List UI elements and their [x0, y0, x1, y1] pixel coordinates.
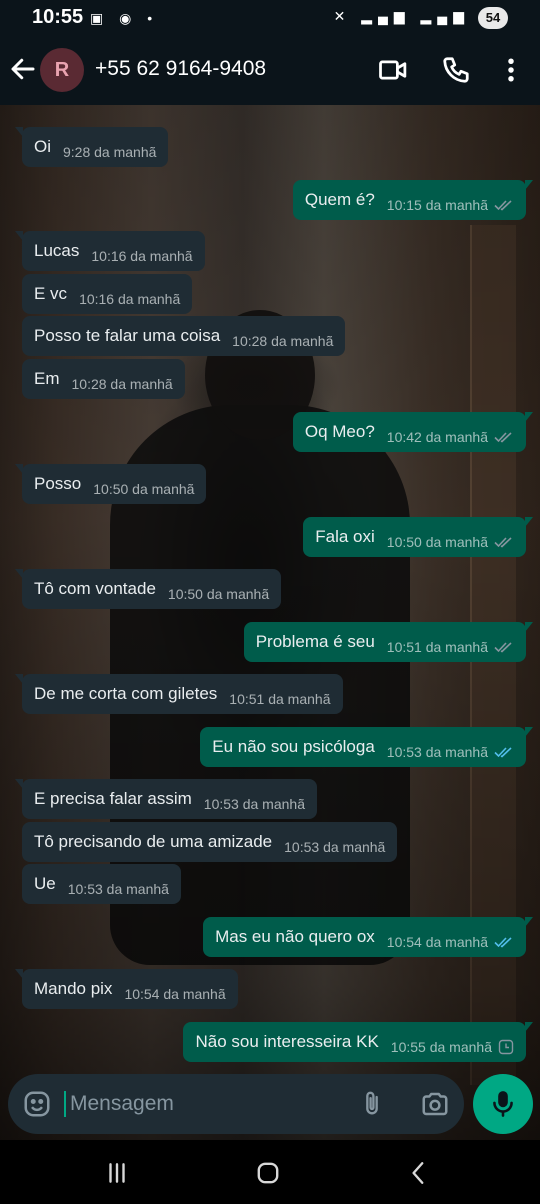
message-time: 10:51 da manhã	[229, 691, 331, 707]
chat-header: R +55 62 9164-9408	[0, 38, 540, 105]
attach-clip-icon[interactable]	[358, 1089, 386, 1119]
message-text: Posso te falar uma coisa	[34, 326, 221, 345]
message-bubble-incoming[interactable]: Mando pix 10:54 da manhã	[15, 969, 238, 1009]
message-bubble-incoming[interactable]: Tô precisando de uma amizade 10:53 da ma…	[22, 822, 398, 862]
message-text: Fala oxi	[315, 527, 375, 546]
clock-pending-icon	[498, 1039, 514, 1055]
message-time: 10:50 da manhã	[386, 534, 488, 550]
message-time: 10:53 da manhã	[386, 744, 488, 760]
message-input[interactable]	[70, 1086, 340, 1122]
text-cursor	[64, 1091, 66, 1117]
notification-icons: ▣ ◉ •	[90, 10, 159, 26]
message-bubble-incoming[interactable]: Em 10:28 da manhã	[22, 359, 185, 399]
message-bubble-incoming[interactable]: Posso 10:50 da manhã	[14, 464, 207, 504]
message-time: 10:53 da manhã	[284, 839, 386, 855]
double-check-icon	[494, 432, 512, 443]
message-bubble-incoming[interactable]: E precisa falar assim 10:53 da manhã	[15, 779, 317, 819]
double-check-icon	[494, 200, 512, 211]
message-time: 10:28 da manhã	[71, 376, 173, 392]
message-time: 10:53 da manhã	[67, 881, 169, 897]
message-time: 9:28 da manhã	[63, 144, 157, 160]
message-text: Tô precisando de uma amizade	[34, 832, 273, 851]
message-time: 10:55 da manhã	[390, 1039, 492, 1055]
message-time: 10:15 da manhã	[386, 197, 488, 213]
message-bubble-outgoing[interactable]: Problema é seu 10:51 da manhã	[243, 622, 534, 662]
status-time: 10:55	[32, 6, 84, 28]
status-bar: 10:55 ▣ ◉ • ✕ ▂▄▆ ▂▄▆ 54	[0, 0, 540, 38]
message-text: Eu não sou psicóloga	[212, 737, 375, 756]
message-time: 10:50 da manhã	[93, 481, 195, 497]
mic-button[interactable]	[473, 1074, 533, 1134]
double-check-icon	[494, 537, 512, 548]
message-time: 10:16 da manhã	[91, 248, 193, 264]
video-call-icon[interactable]	[378, 55, 408, 85]
message-text: Mando pix	[34, 979, 113, 998]
double-check-icon	[494, 642, 512, 653]
recent-apps-icon[interactable]	[104, 1160, 130, 1186]
message-composer	[8, 1074, 464, 1134]
mic-icon	[493, 1091, 513, 1117]
message-bubble-outgoing[interactable]: Quem é? 10:15 da manhã	[292, 180, 534, 220]
message-time: 10:54 da manhã	[386, 934, 488, 950]
message-bubble-outgoing[interactable]: Não sou interesseira KK 10:55 da manhã	[183, 1022, 533, 1062]
back-nav-icon[interactable]	[406, 1160, 432, 1186]
signal-icons: ✕ ▂▄▆ ▂▄▆	[333, 8, 470, 24]
message-text: Oq Meo?	[304, 422, 375, 441]
message-bubble-outgoing[interactable]: Fala oxi 10:50 da manhã	[303, 517, 533, 557]
message-bubble-incoming[interactable]: Oi 9:28 da manhã	[14, 127, 169, 167]
message-bubble-incoming[interactable]: De me corta com giletes 10:51 da manhã	[15, 674, 343, 714]
double-check-blue-icon	[494, 937, 512, 948]
message-text: Problema é seu	[255, 632, 375, 651]
phone-icon[interactable]	[441, 55, 471, 85]
message-text: Quem é?	[304, 190, 375, 209]
message-bubble-outgoing[interactable]: Eu não sou psicóloga 10:53 da manhã	[200, 727, 533, 767]
message-bubble-incoming[interactable]: Ue 10:53 da manhã	[22, 864, 181, 904]
camera-icon[interactable]	[420, 1089, 450, 1119]
contact-name[interactable]: +55 62 9164-9408	[95, 57, 266, 81]
message-text: Tô com vontade	[34, 579, 156, 598]
message-time: 10:51 da manhã	[386, 639, 488, 655]
message-text: Mas eu não quero ox	[215, 927, 375, 946]
message-text: Ue	[34, 874, 56, 893]
message-text: E precisa falar assim	[34, 789, 192, 808]
battery-icon: 54	[478, 7, 508, 29]
message-text: De me corta com giletes	[34, 684, 218, 703]
message-text: Oi	[34, 137, 51, 156]
message-text: Posso	[34, 474, 82, 493]
emoji-icon[interactable]	[22, 1089, 52, 1119]
message-text: Não sou interesseira KK	[195, 1032, 379, 1051]
message-text: E vc	[34, 284, 68, 303]
home-icon[interactable]	[255, 1160, 281, 1186]
system-nav-bar	[0, 1140, 540, 1204]
message-time: 10:53 da manhã	[203, 796, 305, 812]
back-arrow-icon[interactable]	[8, 54, 38, 84]
message-time: 10:28 da manhã	[232, 333, 334, 349]
more-vert-icon[interactable]	[496, 55, 526, 85]
message-time: 10:16 da manhã	[79, 291, 181, 307]
message-bubble-outgoing[interactable]: Mas eu não quero ox 10:54 da manhã	[203, 917, 533, 957]
message-time: 10:50 da manhã	[167, 586, 270, 602]
message-time: 10:42 da manhã	[386, 429, 488, 445]
message-text: Lucas	[34, 241, 80, 260]
message-bubble-outgoing[interactable]: Oq Meo? 10:42 da manhã	[292, 412, 534, 452]
message-bubble-incoming[interactable]: Posso te falar uma coisa 10:28 da manhã	[22, 316, 346, 356]
message-bubble-incoming[interactable]: Tô com vontade 10:50 da manhã	[14, 569, 282, 609]
avatar[interactable]: R	[40, 48, 84, 92]
message-bubble-incoming[interactable]: Lucas 10:16 da manhã	[15, 231, 205, 271]
message-bubble-incoming[interactable]: E vc 10:16 da manhã	[22, 274, 193, 314]
message-time: 10:54 da manhã	[124, 986, 226, 1002]
message-text: Em	[34, 369, 60, 388]
double-check-blue-icon	[494, 747, 512, 758]
